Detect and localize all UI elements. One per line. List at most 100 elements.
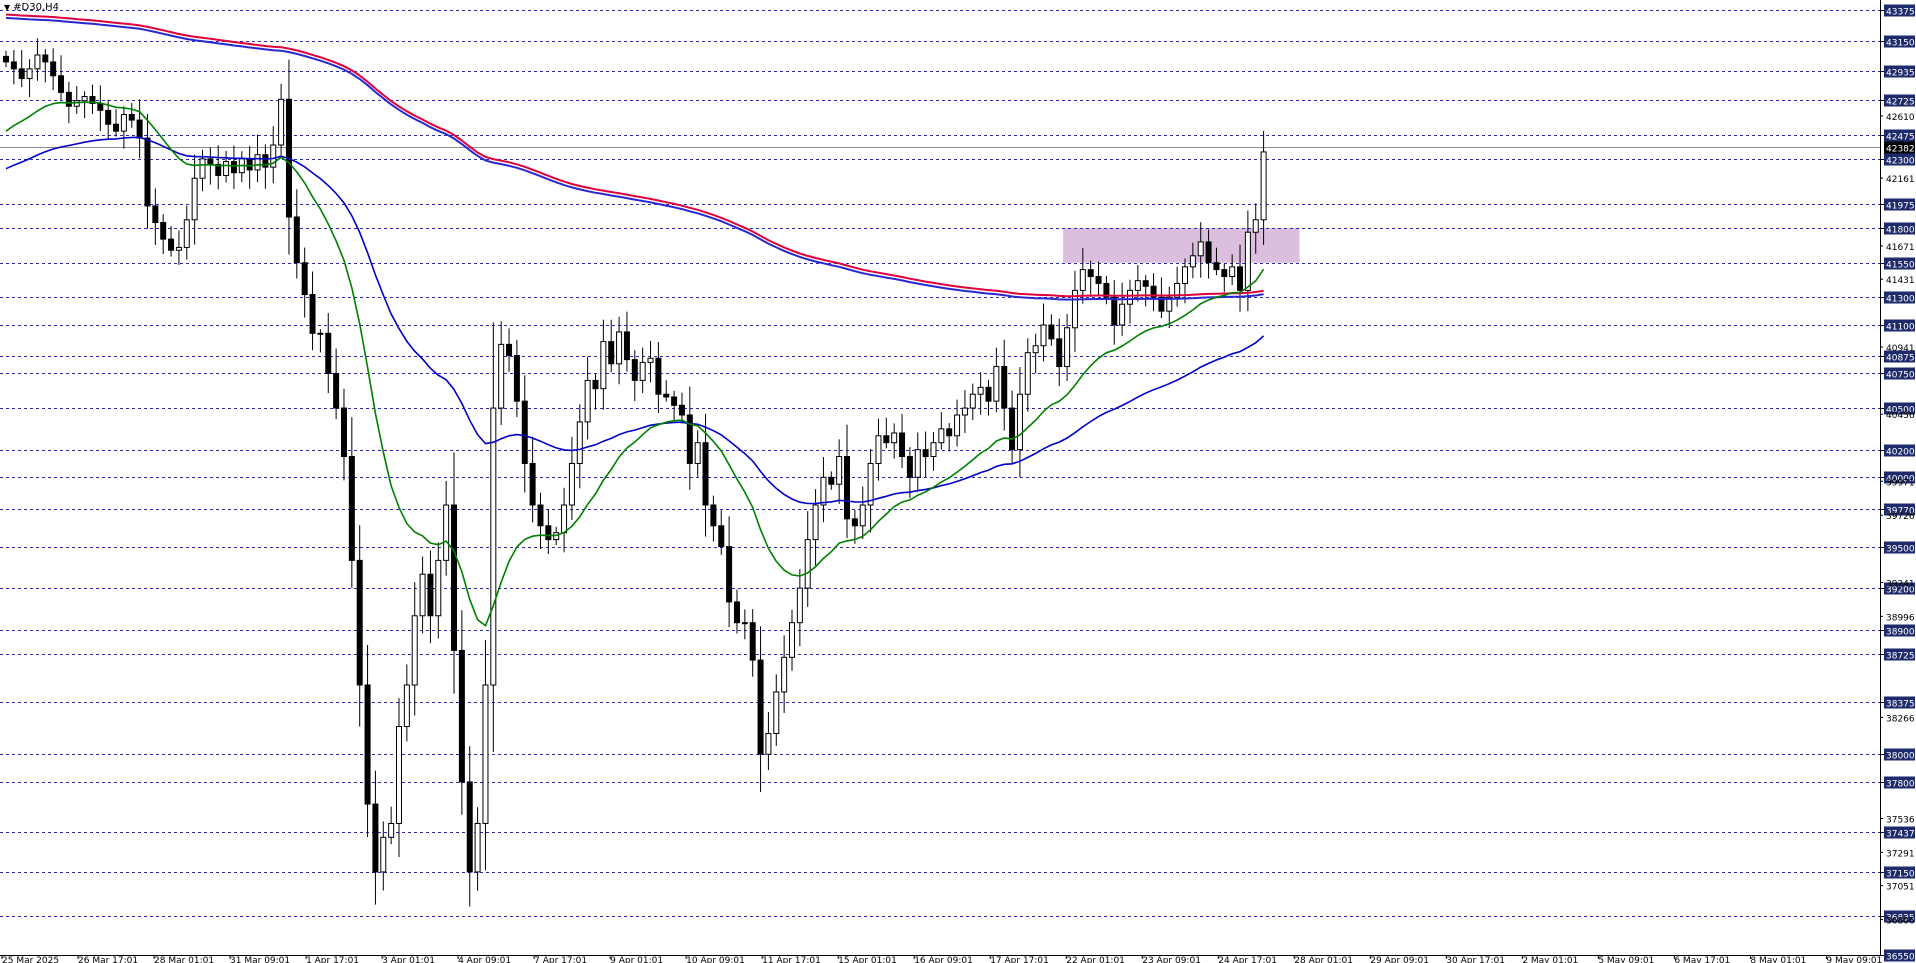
- bearish-candle: [136, 119, 143, 139]
- price-level-label: 40875: [1886, 354, 1915, 364]
- bearish-candle: [58, 75, 65, 93]
- bullish-candle: [1182, 266, 1188, 284]
- bearish-candle: [301, 262, 308, 296]
- bearish-candle: [655, 357, 662, 395]
- bearish-candle: [678, 404, 685, 416]
- bullish-candle: [600, 341, 607, 390]
- bearish-candle: [1205, 241, 1212, 264]
- bullish-candle: [977, 386, 984, 395]
- bullish-candle: [836, 456, 843, 485]
- price-tick-label: 36806: [1886, 917, 1915, 927]
- bullish-candle: [891, 432, 898, 444]
- bearish-candle: [246, 158, 253, 171]
- bullish-candle: [584, 379, 591, 423]
- bullish-candle: [1119, 303, 1126, 326]
- price-level-label: 40750: [1886, 371, 1915, 381]
- bullish-candle: [411, 615, 418, 686]
- bullish-candle: [317, 332, 324, 335]
- bearish-candle: [1056, 338, 1063, 368]
- bearish-candle: [513, 354, 520, 402]
- price-level-label: 41100: [1886, 323, 1915, 333]
- price-tick-label: 38996: [1886, 613, 1915, 623]
- bearish-candle: [168, 238, 175, 251]
- price-level-label: 41300: [1886, 295, 1915, 305]
- time-tick-label: 2 May 01:01: [1522, 956, 1578, 963]
- bullish-candle: [576, 421, 583, 464]
- price-axis-layer: 43375 43150 42935 42725 42475 42300 41975 41800…: [1880, 4, 1915, 963]
- bearish-candle: [230, 161, 237, 174]
- bearish-candle: [1111, 296, 1118, 326]
- bearish-candle: [506, 343, 513, 356]
- price-tick-label: 41431: [1886, 276, 1915, 286]
- bearish-candle: [356, 559, 363, 686]
- bearish-candle: [1142, 280, 1149, 287]
- bearish-candle: [757, 659, 764, 755]
- bearish-candle: [521, 400, 528, 464]
- bullish-candle: [914, 449, 921, 478]
- bearish-candle: [631, 359, 638, 381]
- time-tick-label: 30 Apr 17:01: [1446, 956, 1505, 963]
- bullish-candle: [1134, 280, 1141, 291]
- time-tick-label: 6 May 17:01: [1674, 956, 1730, 963]
- bullish-candle: [435, 559, 442, 617]
- bearish-candle: [97, 102, 104, 111]
- bullish-candle: [1016, 393, 1023, 451]
- bearish-candle: [293, 216, 300, 264]
- price-level-label: 38000: [1886, 752, 1915, 762]
- bullish-candle: [616, 331, 623, 365]
- bearish-candle: [348, 456, 355, 561]
- bullish-candle: [568, 462, 575, 506]
- price-level-label: 38725: [1886, 652, 1915, 662]
- bearish-candle: [3, 55, 9, 63]
- bullish-candle: [781, 656, 788, 693]
- bullish-candle: [961, 407, 968, 416]
- bullish-candle: [1252, 219, 1259, 233]
- bullish-candle: [867, 462, 874, 506]
- bullish-candle: [1079, 269, 1086, 291]
- price-level-label: 38375: [1886, 700, 1915, 710]
- bullish-candle: [694, 442, 701, 464]
- time-tick-label: 25 Mar 2025: [2, 956, 59, 963]
- time-tick-label: 16 Apr 09:01: [914, 956, 973, 963]
- time-tick-label: 11 Apr 17:01: [762, 956, 821, 963]
- bearish-candle: [623, 331, 630, 361]
- bearish-candle: [451, 504, 458, 651]
- price-level-label: 41800: [1886, 226, 1915, 236]
- dropdown-triangle-icon[interactable]: ▼: [4, 3, 10, 12]
- bearish-candle: [10, 61, 17, 70]
- time-tick-label: 29 Apr 09:01: [1370, 956, 1429, 963]
- candlestick-chart: 43375 43150 42935 42725 42475 42300 41975 41800…: [0, 0, 1916, 963]
- time-tick-label: 3 Apr 01:01: [382, 956, 435, 963]
- price-tick-label: 37536: [1886, 815, 1915, 825]
- resistance-zone-layer: [1063, 228, 1300, 263]
- price-level-label: 37150: [1886, 870, 1915, 880]
- bullish-candle: [804, 539, 811, 589]
- time-tick-label: 15 Apr 01:01: [838, 956, 897, 963]
- price-tick-label: 37291: [1886, 849, 1915, 859]
- bearish-candle: [160, 222, 167, 240]
- time-tick-label: 1 Apr 17:01: [306, 956, 359, 963]
- bullish-candle: [1197, 241, 1204, 257]
- bearish-candle: [18, 68, 25, 80]
- price-tick-label: 37051: [1886, 883, 1915, 893]
- time-tick-label: 28 Mar 01:01: [154, 956, 214, 963]
- price-tick-label: 38266: [1886, 714, 1915, 724]
- bearish-candle: [372, 803, 379, 873]
- price-tick-label: 42610: [1886, 113, 1915, 123]
- time-tick-label: 22 Apr 01:01: [1066, 956, 1125, 963]
- bearish-candle: [946, 428, 953, 437]
- bearish-candle: [663, 393, 670, 398]
- bearish-candle: [466, 781, 473, 873]
- bullish-candle: [765, 732, 772, 755]
- price-level-label: 42475: [1886, 133, 1915, 143]
- bearish-candle: [1001, 366, 1008, 409]
- bullish-candle: [773, 691, 780, 734]
- bearish-candle: [985, 386, 992, 402]
- bearish-candle: [325, 332, 332, 374]
- bearish-candle: [608, 341, 615, 365]
- bearish-candle: [105, 109, 112, 125]
- price-level-label: 42300: [1886, 157, 1915, 167]
- bearish-candle: [42, 54, 49, 63]
- bullish-candle: [969, 393, 976, 409]
- bearish-candle: [1221, 269, 1228, 278]
